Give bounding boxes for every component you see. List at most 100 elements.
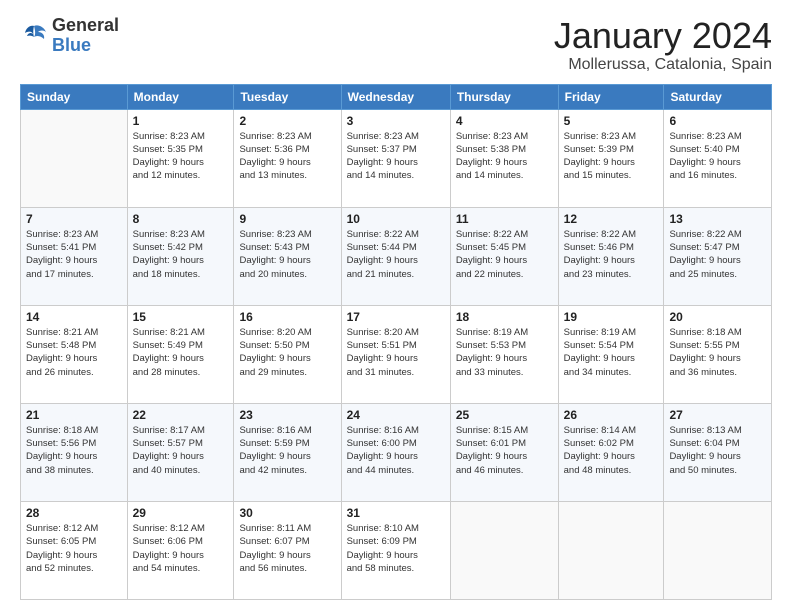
calendar-cell: 7 Sunrise: 8:23 AM Sunset: 5:41 PM Daylig… xyxy=(21,207,128,305)
day-number: 24 xyxy=(347,408,445,422)
day-info: Sunrise: 8:22 AM Sunset: 5:46 PM Dayligh… xyxy=(564,228,659,281)
day-info: Sunrise: 8:16 AM Sunset: 6:00 PM Dayligh… xyxy=(347,424,445,477)
week-row-1: 1 Sunrise: 8:23 AM Sunset: 5:35 PM Daylig… xyxy=(21,109,772,207)
day-number: 4 xyxy=(456,114,553,128)
day-number: 28 xyxy=(26,506,122,520)
day-info: Sunrise: 8:11 AM Sunset: 6:07 PM Dayligh… xyxy=(239,522,335,575)
day-info: Sunrise: 8:23 AM Sunset: 5:41 PM Dayligh… xyxy=(26,228,122,281)
day-number: 21 xyxy=(26,408,122,422)
day-number: 11 xyxy=(456,212,553,226)
calendar-cell: 6 Sunrise: 8:23 AM Sunset: 5:40 PM Daylig… xyxy=(664,109,772,207)
calendar-table: SundayMondayTuesdayWednesdayThursdayFrid… xyxy=(20,84,772,600)
column-header-friday: Friday xyxy=(558,84,664,109)
day-info: Sunrise: 8:20 AM Sunset: 5:51 PM Dayligh… xyxy=(347,326,445,379)
day-info: Sunrise: 8:18 AM Sunset: 5:56 PM Dayligh… xyxy=(26,424,122,477)
day-number: 2 xyxy=(239,114,335,128)
day-number: 23 xyxy=(239,408,335,422)
calendar-cell: 18 Sunrise: 8:19 AM Sunset: 5:53 PM Dayli… xyxy=(450,305,558,403)
calendar-cell xyxy=(664,501,772,599)
day-info: Sunrise: 8:22 AM Sunset: 5:45 PM Dayligh… xyxy=(456,228,553,281)
day-info: Sunrise: 8:23 AM Sunset: 5:43 PM Dayligh… xyxy=(239,228,335,281)
day-number: 18 xyxy=(456,310,553,324)
calendar-cell: 19 Sunrise: 8:19 AM Sunset: 5:54 PM Dayli… xyxy=(558,305,664,403)
day-number: 26 xyxy=(564,408,659,422)
day-info: Sunrise: 8:20 AM Sunset: 5:50 PM Dayligh… xyxy=(239,326,335,379)
calendar-cell: 8 Sunrise: 8:23 AM Sunset: 5:42 PM Daylig… xyxy=(127,207,234,305)
column-header-wednesday: Wednesday xyxy=(341,84,450,109)
month-title: January 2024 xyxy=(554,16,772,56)
day-info: Sunrise: 8:16 AM Sunset: 5:59 PM Dayligh… xyxy=(239,424,335,477)
day-number: 25 xyxy=(456,408,553,422)
calendar-cell: 1 Sunrise: 8:23 AM Sunset: 5:35 PM Daylig… xyxy=(127,109,234,207)
calendar-cell: 16 Sunrise: 8:20 AM Sunset: 5:50 PM Dayli… xyxy=(234,305,341,403)
calendar-cell: 21 Sunrise: 8:18 AM Sunset: 5:56 PM Dayli… xyxy=(21,403,128,501)
column-header-thursday: Thursday xyxy=(450,84,558,109)
calendar-cell: 28 Sunrise: 8:12 AM Sunset: 6:05 PM Dayli… xyxy=(21,501,128,599)
week-row-2: 7 Sunrise: 8:23 AM Sunset: 5:41 PM Daylig… xyxy=(21,207,772,305)
day-info: Sunrise: 8:21 AM Sunset: 5:48 PM Dayligh… xyxy=(26,326,122,379)
logo: General Blue xyxy=(20,16,119,56)
day-info: Sunrise: 8:23 AM Sunset: 5:36 PM Dayligh… xyxy=(239,130,335,183)
calendar-cell: 30 Sunrise: 8:11 AM Sunset: 6:07 PM Dayli… xyxy=(234,501,341,599)
logo-blue: Blue xyxy=(52,35,91,55)
calendar-cell: 23 Sunrise: 8:16 AM Sunset: 5:59 PM Dayli… xyxy=(234,403,341,501)
week-row-3: 14 Sunrise: 8:21 AM Sunset: 5:48 PM Dayli… xyxy=(21,305,772,403)
day-number: 3 xyxy=(347,114,445,128)
day-number: 16 xyxy=(239,310,335,324)
logo-icon xyxy=(20,22,48,50)
day-info: Sunrise: 8:23 AM Sunset: 5:37 PM Dayligh… xyxy=(347,130,445,183)
day-info: Sunrise: 8:23 AM Sunset: 5:40 PM Dayligh… xyxy=(669,130,766,183)
day-number: 17 xyxy=(347,310,445,324)
week-row-4: 21 Sunrise: 8:18 AM Sunset: 5:56 PM Dayli… xyxy=(21,403,772,501)
day-number: 31 xyxy=(347,506,445,520)
column-header-tuesday: Tuesday xyxy=(234,84,341,109)
day-number: 6 xyxy=(669,114,766,128)
day-info: Sunrise: 8:13 AM Sunset: 6:04 PM Dayligh… xyxy=(669,424,766,477)
calendar-cell: 3 Sunrise: 8:23 AM Sunset: 5:37 PM Daylig… xyxy=(341,109,450,207)
day-info: Sunrise: 8:12 AM Sunset: 6:05 PM Dayligh… xyxy=(26,522,122,575)
calendar-cell: 12 Sunrise: 8:22 AM Sunset: 5:46 PM Dayli… xyxy=(558,207,664,305)
day-number: 7 xyxy=(26,212,122,226)
day-number: 15 xyxy=(133,310,229,324)
calendar-cell: 24 Sunrise: 8:16 AM Sunset: 6:00 PM Dayli… xyxy=(341,403,450,501)
day-info: Sunrise: 8:23 AM Sunset: 5:35 PM Dayligh… xyxy=(133,130,229,183)
day-info: Sunrise: 8:21 AM Sunset: 5:49 PM Dayligh… xyxy=(133,326,229,379)
calendar-cell: 4Sunrise: 8:23 AM Sunset: 5:38 PM Daylig… xyxy=(450,109,558,207)
calendar-cell: 2 Sunrise: 8:23 AM Sunset: 5:36 PM Daylig… xyxy=(234,109,341,207)
day-number: 13 xyxy=(669,212,766,226)
day-number: 8 xyxy=(133,212,229,226)
day-number: 1 xyxy=(133,114,229,128)
header: General Blue January 2024 Mollerussa, Ca… xyxy=(20,16,772,74)
day-number: 19 xyxy=(564,310,659,324)
day-number: 5 xyxy=(564,114,659,128)
column-header-sunday: Sunday xyxy=(21,84,128,109)
day-number: 10 xyxy=(347,212,445,226)
day-info: Sunrise: 8:22 AM Sunset: 5:44 PM Dayligh… xyxy=(347,228,445,281)
day-info: Sunrise: 8:15 AM Sunset: 6:01 PM Dayligh… xyxy=(456,424,553,477)
calendar-cell: 13Sunrise: 8:22 AM Sunset: 5:47 PM Dayli… xyxy=(664,207,772,305)
day-info: Sunrise: 8:23 AM Sunset: 5:42 PM Dayligh… xyxy=(133,228,229,281)
calendar-cell: 5 Sunrise: 8:23 AM Sunset: 5:39 PM Daylig… xyxy=(558,109,664,207)
calendar-cell: 29Sunrise: 8:12 AM Sunset: 6:06 PM Dayli… xyxy=(127,501,234,599)
day-info: Sunrise: 8:10 AM Sunset: 6:09 PM Dayligh… xyxy=(347,522,445,575)
calendar-cell: 26Sunrise: 8:14 AM Sunset: 6:02 PM Dayli… xyxy=(558,403,664,501)
calendar-cell: 17 Sunrise: 8:20 AM Sunset: 5:51 PM Dayli… xyxy=(341,305,450,403)
page: General Blue January 2024 Mollerussa, Ca… xyxy=(0,0,792,612)
column-header-saturday: Saturday xyxy=(664,84,772,109)
header-row: SundayMondayTuesdayWednesdayThursdayFrid… xyxy=(21,84,772,109)
day-info: Sunrise: 8:17 AM Sunset: 5:57 PM Dayligh… xyxy=(133,424,229,477)
day-info: Sunrise: 8:19 AM Sunset: 5:53 PM Dayligh… xyxy=(456,326,553,379)
day-info: Sunrise: 8:19 AM Sunset: 5:54 PM Dayligh… xyxy=(564,326,659,379)
day-info: Sunrise: 8:23 AM Sunset: 5:39 PM Dayligh… xyxy=(564,130,659,183)
calendar-cell: 31 Sunrise: 8:10 AM Sunset: 6:09 PM Dayli… xyxy=(341,501,450,599)
day-number: 14 xyxy=(26,310,122,324)
day-number: 30 xyxy=(239,506,335,520)
day-info: Sunrise: 8:18 AM Sunset: 5:55 PM Dayligh… xyxy=(669,326,766,379)
day-number: 9 xyxy=(239,212,335,226)
calendar-cell: 22Sunrise: 8:17 AM Sunset: 5:57 PM Dayli… xyxy=(127,403,234,501)
logo-general: General xyxy=(52,15,119,35)
day-number: 12 xyxy=(564,212,659,226)
logo-text: General Blue xyxy=(52,16,119,56)
calendar-cell xyxy=(450,501,558,599)
day-number: 20 xyxy=(669,310,766,324)
